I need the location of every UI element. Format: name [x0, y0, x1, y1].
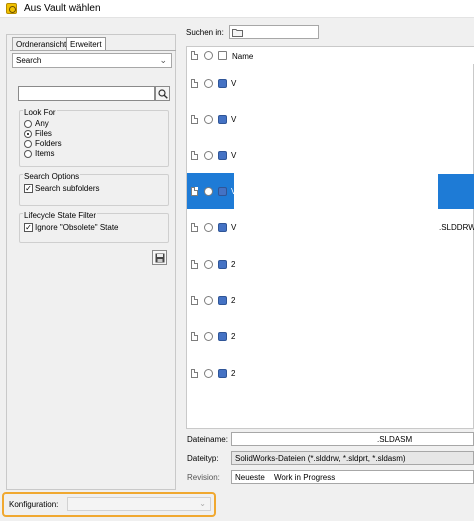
window-title: Aus Vault wählen	[24, 3, 101, 14]
search-mode-dropdown[interactable]: Search ⌄	[12, 53, 172, 68]
solidworks-file-icon	[218, 369, 227, 378]
solidworks-file-icon	[218, 187, 227, 196]
chevron-down-icon: ⌄	[159, 55, 167, 65]
search-in-label: Suchen in:	[186, 28, 224, 37]
state-column-icon	[204, 51, 213, 60]
file-list-header	[187, 47, 474, 64]
document-icon	[191, 223, 198, 232]
search-options-title: Search Options	[23, 172, 81, 181]
list-item-name: V	[231, 79, 237, 88]
chevron-down-icon: ⌄	[199, 499, 206, 508]
state-icon	[204, 187, 213, 196]
state-icon	[204, 223, 213, 232]
filename-value: .SLDASM	[377, 435, 413, 444]
search-mode-value: Search	[16, 56, 42, 65]
search-in-field[interactable]	[229, 25, 319, 39]
list-item-name: V	[231, 151, 237, 160]
document-icon	[191, 187, 198, 196]
list-item[interactable]: 2	[187, 282, 474, 318]
list-item[interactable]: 2	[187, 318, 474, 354]
list-item-name: V	[231, 115, 237, 124]
vault-app-icon	[6, 3, 17, 14]
list-item[interactable]: V	[187, 101, 474, 137]
search-input[interactable]	[18, 86, 155, 101]
solidworks-file-icon	[218, 151, 227, 160]
revision-state: Work in Progress	[274, 473, 336, 482]
tab-erweitert[interactable]: Erweitert	[66, 37, 106, 50]
search-button[interactable]	[155, 86, 170, 101]
filename-field[interactable]: .SLDASM	[231, 432, 474, 446]
document-icon	[191, 115, 198, 124]
list-item-selected[interactable]: V	[187, 173, 237, 209]
document-icon	[191, 151, 198, 160]
revision-label: Revision:	[187, 473, 220, 482]
solidworks-file-icon	[218, 296, 227, 305]
filetype-dropdown[interactable]: SolidWorks-Dateien (*.slddrw, *.sldprt, …	[231, 451, 474, 465]
list-item-extension: .SLDDRW	[439, 223, 474, 232]
configuration-dropdown[interactable]: ⌄	[67, 497, 211, 511]
list-item-name: 2	[231, 296, 236, 305]
state-icon	[204, 332, 213, 341]
list-item[interactable]: V	[187, 65, 474, 101]
radio-button[interactable]	[24, 150, 32, 158]
list-item-name: 2	[231, 332, 236, 341]
look-for-title: Look For	[23, 108, 57, 117]
checkbox-checked[interactable]: ✓	[24, 184, 33, 193]
document-icon	[191, 79, 198, 88]
checkbox-column-icon	[218, 51, 227, 60]
configuration-label: Konfiguration:	[9, 500, 59, 509]
magnifier-icon	[158, 89, 168, 99]
filetype-label: Dateityp:	[187, 454, 219, 463]
solidworks-file-icon	[218, 115, 227, 124]
state-icon	[204, 260, 213, 269]
solidworks-file-icon	[218, 332, 227, 341]
list-item[interactable]: V	[187, 137, 474, 173]
list-item-name: V	[231, 223, 237, 232]
left-panel	[6, 34, 176, 490]
filetype-value: SolidWorks-Dateien (*.slddrw, *.sldprt, …	[235, 454, 406, 463]
state-icon	[204, 79, 213, 88]
save-icon	[155, 253, 165, 263]
document-icon	[191, 332, 198, 341]
list-item-name: 2	[231, 369, 236, 378]
radio-button[interactable]	[24, 120, 32, 128]
radio-button[interactable]	[24, 140, 32, 148]
list-item-name: 2	[231, 260, 236, 269]
selection-highlight	[438, 174, 474, 209]
save-search-button[interactable]	[152, 250, 167, 265]
revision-dropdown[interactable]: Neueste Work in Progress	[231, 470, 474, 484]
state-icon	[204, 151, 213, 160]
solidworks-file-icon	[218, 223, 227, 232]
list-item-name: V	[231, 187, 237, 196]
tab-ordneransicht[interactable]: Ordneransicht	[12, 37, 71, 50]
radio-button-selected[interactable]	[24, 130, 32, 138]
document-icon	[191, 369, 198, 378]
column-header-name[interactable]: Name	[232, 52, 253, 61]
checkbox-checked[interactable]: ✓	[24, 223, 33, 232]
list-item[interactable]: V	[187, 209, 474, 245]
document-icon	[191, 260, 198, 269]
folder-icon	[232, 29, 243, 37]
solidworks-file-icon	[218, 260, 227, 269]
filename-label: Dateiname:	[187, 435, 228, 444]
document-column-icon	[191, 51, 198, 60]
state-icon	[204, 115, 213, 124]
list-item[interactable]: 2	[187, 355, 474, 391]
lifecycle-filter-title: Lifecycle State Filter	[23, 211, 98, 220]
tab-divider	[10, 50, 176, 51]
revision-value: Neueste	[235, 473, 265, 482]
list-item[interactable]: 2	[187, 246, 474, 282]
solidworks-file-icon	[218, 79, 227, 88]
document-icon	[191, 296, 198, 305]
state-icon	[204, 369, 213, 378]
state-icon	[204, 296, 213, 305]
